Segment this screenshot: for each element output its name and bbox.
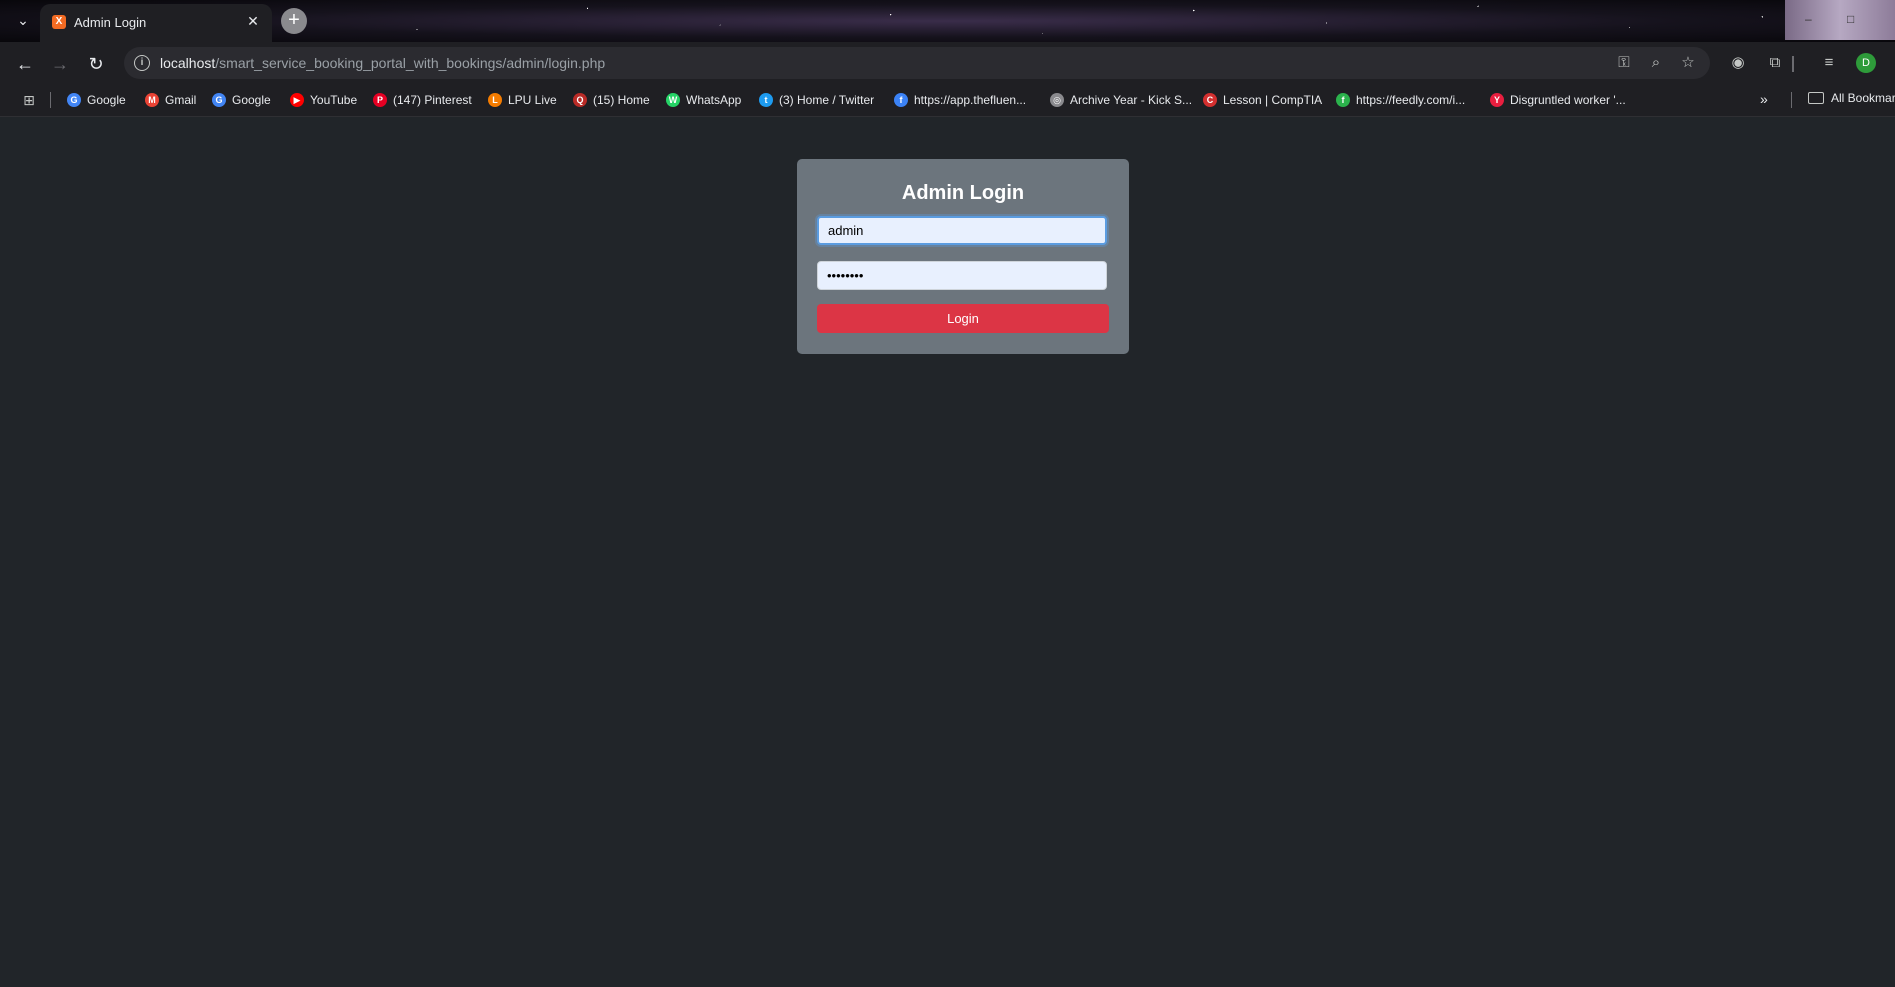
- close-tab-icon[interactable]: ✕: [244, 12, 262, 30]
- more-bookmarks-chevron-icon[interactable]: »: [1760, 91, 1768, 107]
- bookmark-star-icon[interactable]: ☆: [1678, 53, 1698, 73]
- bookmark-label: LPU Live: [508, 93, 557, 107]
- window-controls: – □: [1785, 0, 1895, 40]
- bookmark-label: Lesson | CompTIA: [1223, 93, 1323, 107]
- bookmark-label: WhatsApp: [686, 93, 742, 107]
- fluent-icon: f: [894, 93, 908, 107]
- tab-strip: ⌄ X Admin Login ✕ + – □: [0, 0, 1895, 42]
- bookmark-item[interactable]: Q (15) Home: [573, 91, 650, 109]
- login-card: Admin Login Login: [797, 159, 1129, 354]
- login-title: Admin Login: [901, 182, 1025, 204]
- minimize-icon[interactable]: –: [1805, 12, 1812, 26]
- bookmark-label: (147) Pinterest: [393, 93, 472, 107]
- bookmark-label: Google: [232, 93, 271, 107]
- media-queue-icon[interactable]: ≡: [1819, 53, 1839, 73]
- bookmark-label: Google: [87, 93, 126, 107]
- bookmark-label: Archive Year - Kick S...: [1070, 93, 1193, 107]
- whatsapp-icon: W: [666, 93, 680, 107]
- bookmark-item[interactable]: f https://feedly.com/i...: [1336, 91, 1465, 109]
- bookmarks-bar: ⊞ G Google M Gmail G Google ▶ YouTube P (147) Pin…: [0, 84, 1895, 117]
- gmail-icon: M: [145, 93, 159, 107]
- url-host: localhost: [160, 55, 216, 71]
- tab-search-chevron-icon[interactable]: ⌄: [12, 9, 34, 31]
- bookmark-item[interactable]: Y Disgruntled worker '...: [1490, 91, 1626, 109]
- bookmark-item[interactable]: ▶ YouTube: [290, 91, 357, 109]
- tab-title: Admin Login: [74, 15, 147, 30]
- page-body: Admin Login Login: [0, 117, 1895, 987]
- youtube-icon: ▶: [290, 93, 304, 107]
- bookmark-item[interactable]: W WhatsApp: [666, 91, 741, 109]
- xampp-favicon-icon: X: [52, 15, 66, 29]
- google-icon: G: [67, 93, 81, 107]
- password-key-icon[interactable]: ⚿: [1614, 53, 1634, 73]
- bookmark-item[interactable]: P (147) Pinterest: [373, 91, 472, 109]
- address-bar[interactable]: i localhost/smart_service_booking_portal…: [124, 47, 1710, 79]
- profile-avatar[interactable]: D: [1856, 53, 1876, 73]
- bookmark-label: (15) Home: [593, 93, 650, 107]
- forward-button[interactable]: →: [48, 52, 72, 76]
- new-tab-button[interactable]: +: [281, 8, 307, 34]
- password-input[interactable]: [817, 261, 1107, 290]
- grammarly-extension-icon[interactable]: ◉: [1728, 53, 1748, 73]
- bookmarks-divider: [50, 92, 51, 108]
- url-text[interactable]: localhost/smart_service_booking_portal_w…: [160, 55, 605, 71]
- pinterest-icon: P: [373, 93, 387, 107]
- bookmark-label: (3) Home / Twitter: [779, 93, 875, 107]
- bookmark-label: YouTube: [310, 93, 358, 107]
- comptia-icon: C: [1203, 93, 1217, 107]
- all-bookmarks-button[interactable]: All Bookmarks: [1808, 91, 1895, 105]
- bookmark-item[interactable]: ◎ Archive Year - Kick S...: [1050, 91, 1192, 109]
- bookmark-label: https://feedly.com/i...: [1356, 93, 1466, 107]
- folder-icon: [1808, 92, 1824, 104]
- google-icon: G: [212, 93, 226, 107]
- bookmark-item[interactable]: L LPU Live: [488, 91, 557, 109]
- bookmark-item[interactable]: t (3) Home / Twitter: [759, 91, 874, 109]
- quora-icon: Q: [573, 93, 587, 107]
- apps-grid-icon[interactable]: ⊞: [21, 92, 37, 108]
- yc-icon: Y: [1490, 93, 1504, 107]
- bookmark-item[interactable]: G Google: [212, 91, 271, 109]
- bookmark-label: Disgruntled worker '...: [1510, 93, 1626, 107]
- twitter-icon: t: [759, 93, 773, 107]
- bookmark-item[interactable]: M Gmail: [145, 91, 196, 109]
- reload-button[interactable]: ↻: [84, 52, 108, 76]
- extensions-puzzle-icon[interactable]: ⧉: [1765, 53, 1785, 73]
- active-tab[interactable]: X Admin Login ✕: [40, 4, 272, 42]
- login-button[interactable]: Login: [817, 304, 1109, 333]
- zoom-icon[interactable]: ⌕: [1646, 53, 1666, 73]
- username-input[interactable]: [817, 216, 1107, 245]
- bookmark-label: https://app.thefluen...: [914, 93, 1027, 107]
- site-info-icon[interactable]: i: [134, 55, 150, 71]
- all-bookmarks-label: All Bookmarks: [1831, 91, 1895, 105]
- bookmark-label: Gmail: [165, 93, 197, 107]
- browser-toolbar: ← → ↻ i localhost/smart_service_booking_…: [0, 42, 1895, 84]
- feedly-icon: f: [1336, 93, 1350, 107]
- globe-icon: ◎: [1050, 93, 1064, 107]
- bookmarks-divider: [1791, 92, 1792, 108]
- bookmark-item[interactable]: f https://app.thefluen...: [894, 91, 1026, 109]
- lpu-live-icon: L: [488, 93, 502, 107]
- url-path: /smart_service_booking_portal_with_booki…: [215, 55, 606, 71]
- maximize-icon[interactable]: □: [1847, 12, 1854, 26]
- toolbar-divider: [1792, 56, 1794, 72]
- back-button[interactable]: ←: [13, 52, 37, 76]
- bookmark-item[interactable]: G Google: [67, 91, 126, 109]
- bookmark-item[interactable]: C Lesson | CompTIA: [1203, 91, 1322, 109]
